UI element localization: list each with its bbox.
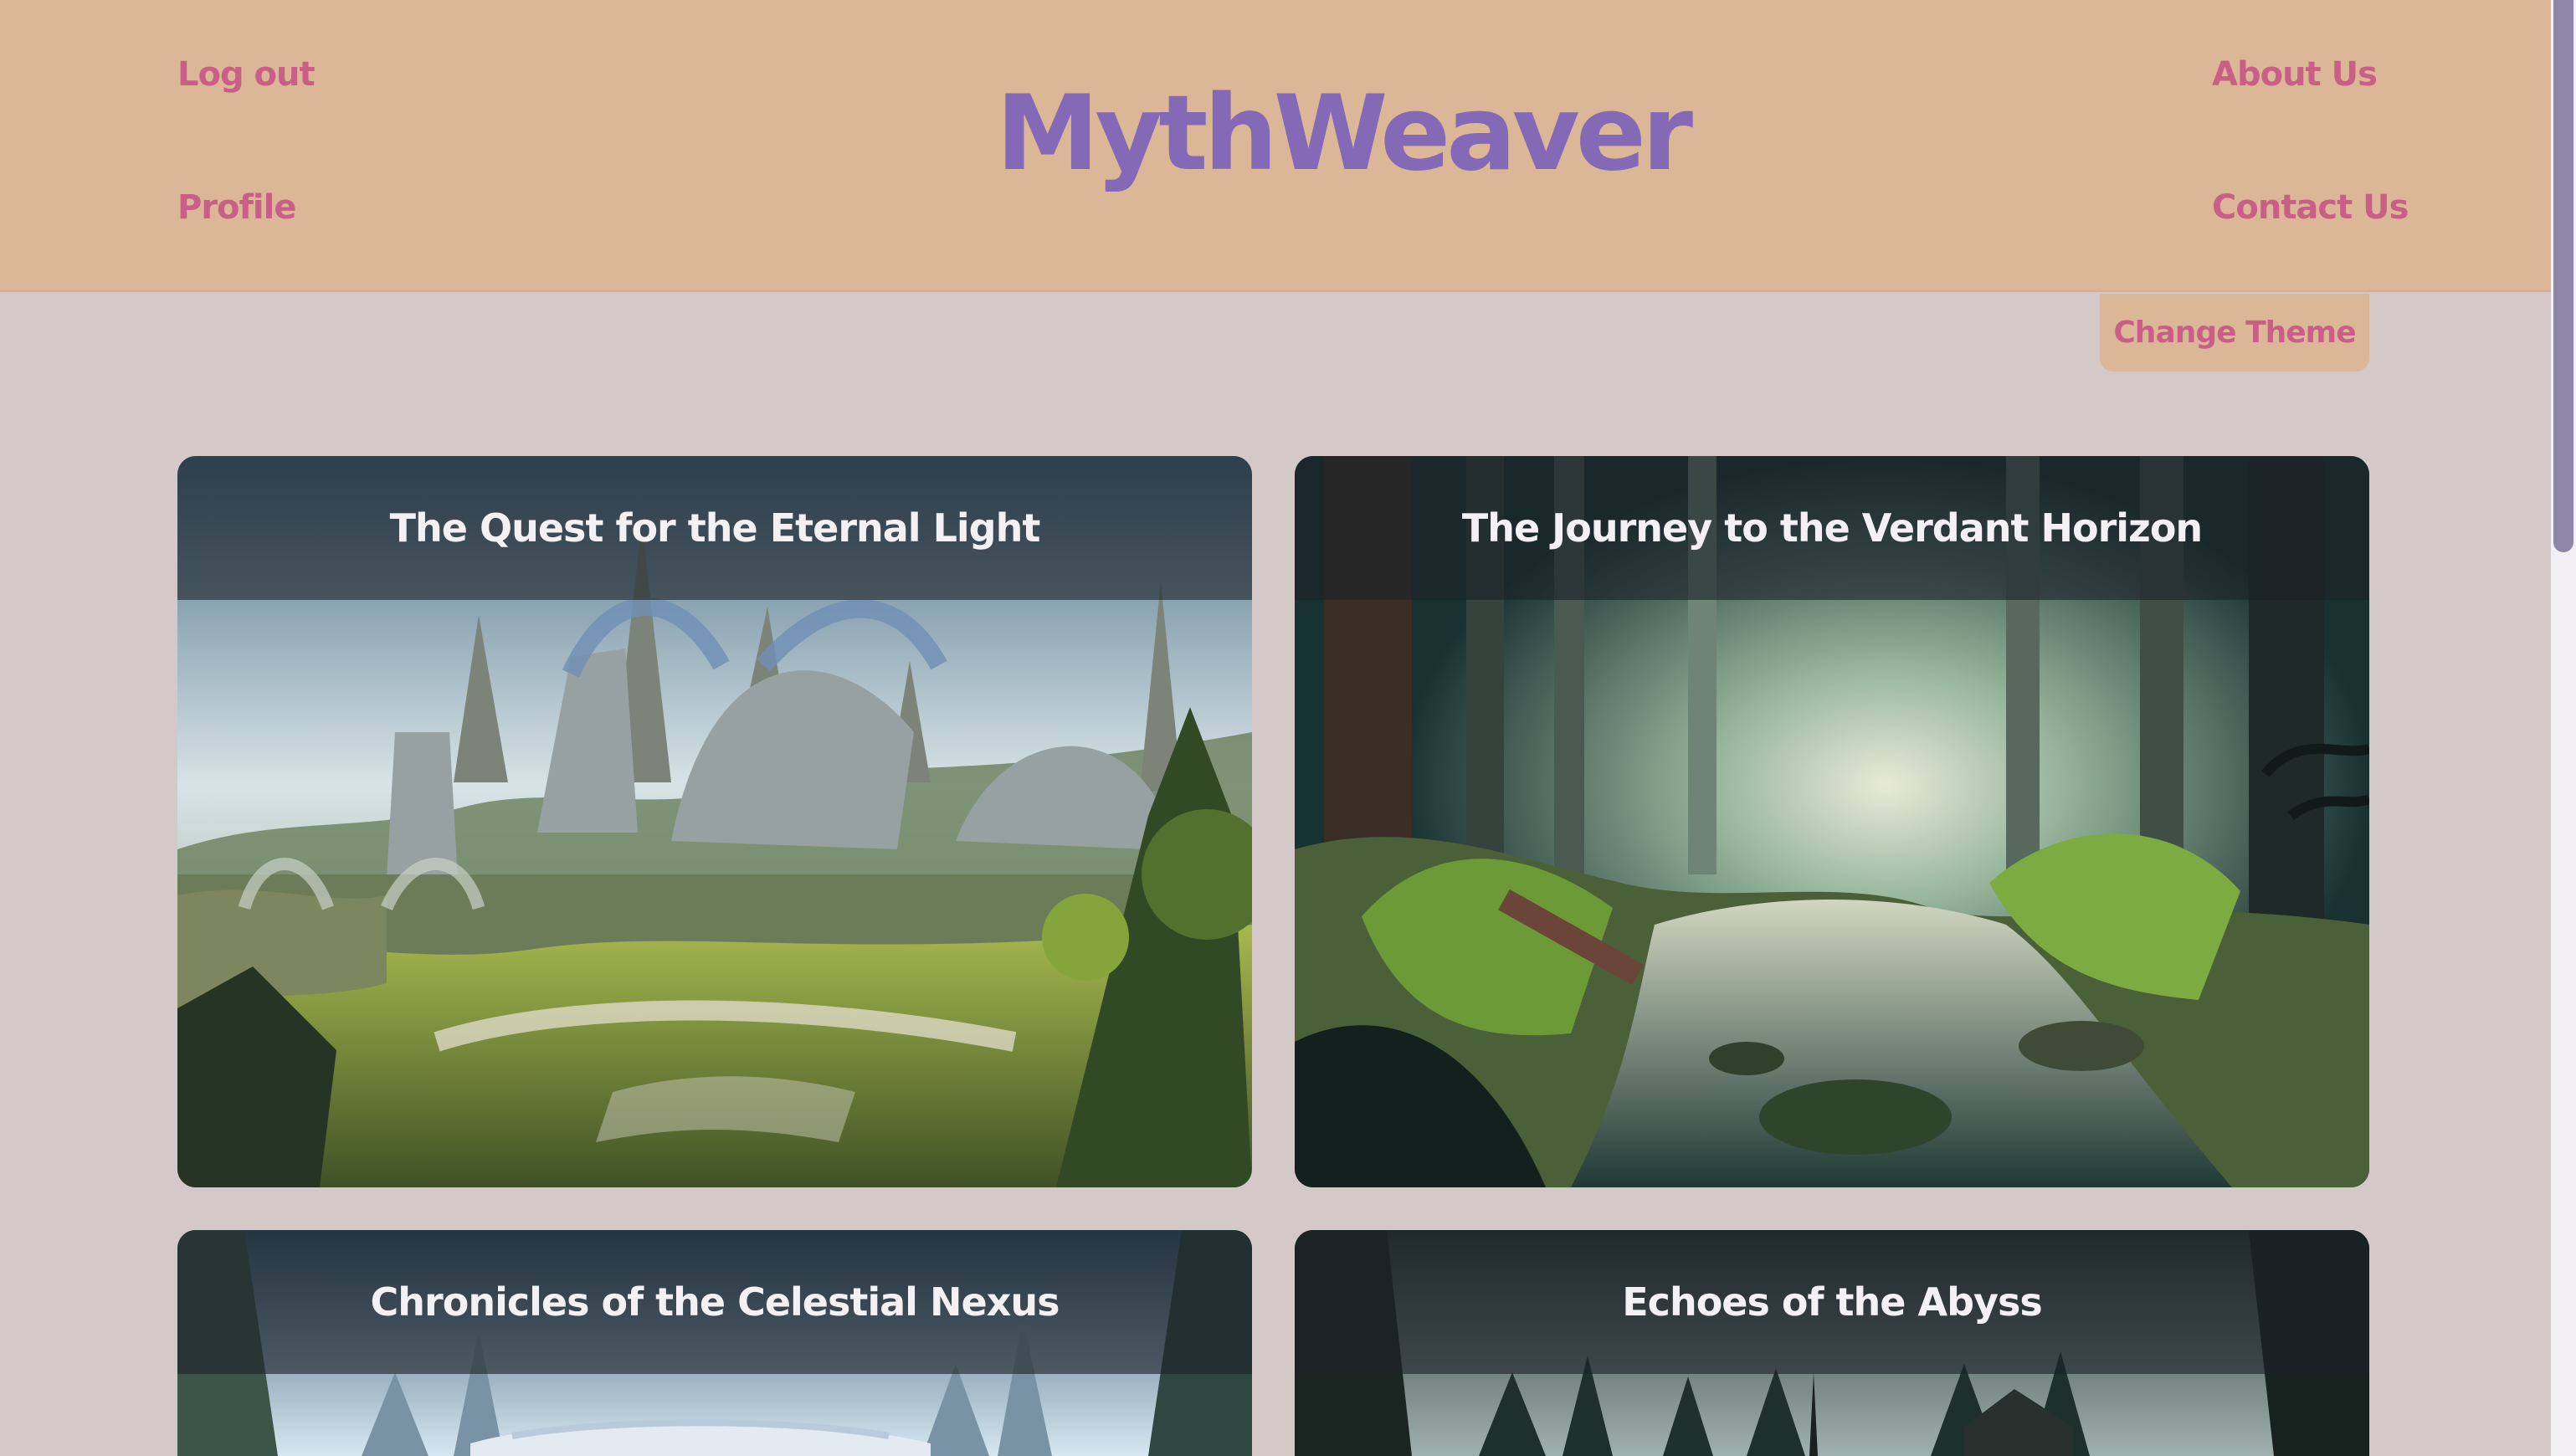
- card-title-band: Echoes of the Abyss: [1295, 1230, 2369, 1374]
- scrollbar-thumb[interactable]: [2553, 0, 2573, 552]
- card-title-band: The Quest for the Eternal Light: [177, 456, 1252, 600]
- story-card-eternal-light[interactable]: The Quest for the Eternal Light: [177, 456, 1252, 1187]
- site-logo: MythWeaver: [996, 74, 1693, 194]
- card-title: The Journey to the Verdant Horizon: [1461, 505, 2203, 551]
- profile-link[interactable]: Profile: [177, 188, 296, 227]
- logout-link[interactable]: Log out: [177, 55, 316, 94]
- card-title: Chronicles of the Celestial Nexus: [370, 1279, 1060, 1325]
- card-title: The Quest for the Eternal Light: [389, 505, 1041, 551]
- card-title: Echoes of the Abyss: [1622, 1279, 2042, 1325]
- contact-us-link[interactable]: Contact Us: [2212, 188, 2409, 227]
- story-card-celestial-nexus[interactable]: Chronicles of the Celestial Nexus: [177, 1230, 1252, 1456]
- about-us-link[interactable]: About Us: [2212, 55, 2378, 94]
- site-header: Log out Profile MythWeaver About Us Cont…: [0, 0, 2551, 292]
- story-card-echoes-abyss[interactable]: Echoes of the Abyss: [1295, 1230, 2369, 1456]
- card-title-band: Chronicles of the Celestial Nexus: [177, 1230, 1252, 1374]
- mythweaver-app: Log out Profile MythWeaver About Us Cont…: [0, 0, 2576, 1456]
- card-title-band: The Journey to the Verdant Horizon: [1295, 456, 2369, 600]
- change-theme-button[interactable]: Change Theme: [2100, 294, 2369, 372]
- story-card-verdant-horizon[interactable]: The Journey to the Verdant Horizon: [1295, 456, 2369, 1187]
- vertical-scrollbar[interactable]: [2551, 0, 2576, 1456]
